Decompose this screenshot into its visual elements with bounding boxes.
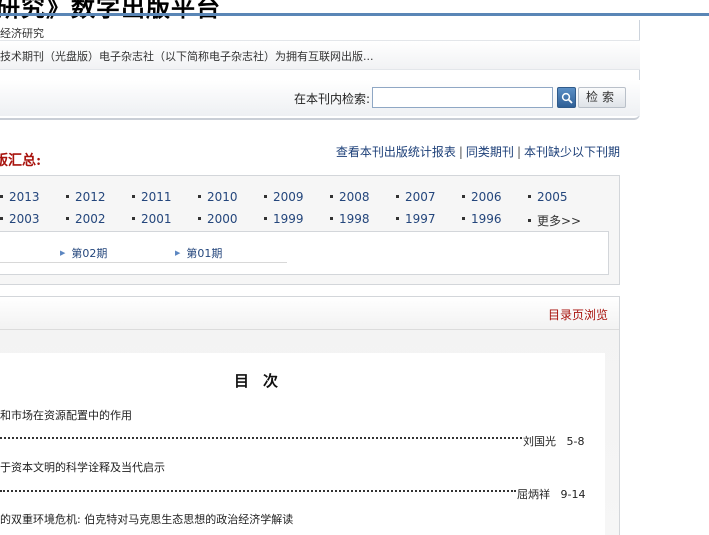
article-author[interactable]: 刘国光 [523,435,556,448]
year-link[interactable]: 2010 [198,190,238,204]
year-link[interactable]: 2008 [330,190,370,204]
article-meta: 屈炳祥 9-14 [517,486,585,502]
year-link[interactable]: 2013 [0,190,40,204]
search-icon [561,92,573,104]
toc-browse-link[interactable]: 目录页浏览 [548,306,608,323]
bullet-icon [330,217,333,220]
stats-report-link[interactable]: 查看本刊出版统计报表 [336,145,456,159]
bullet-icon [198,195,201,198]
bullet-icon [0,217,3,220]
bullet-icon [264,195,267,198]
search-row: 在本刊内检索: 检索 [0,80,640,116]
issue-box: ▶ 第02期 ▶ 第01期 [0,231,609,275]
title-rule [0,13,709,16]
issue-divider [0,262,287,263]
description-bar: 技术期刊（光盘版）电子杂志社（以下简称电子杂志社）为拥有互联网出版... [0,40,640,70]
toc-panel: 目录页浏览 目次 和市场在资源配置中的作用 刘国光 5-8 于资本文明的科学诠释… [0,296,620,535]
article-title[interactable]: 的双重环境危机: 伯克特对马克思生态思想的政治经济学解读 [0,511,293,527]
issue-summary-title: 版汇总: [0,153,42,169]
dotted-leader [0,490,516,492]
search-input[interactable] [372,87,553,108]
search-label: 在本刊内检索: [294,92,371,106]
year-link[interactable]: 2012 [66,190,106,204]
year-link[interactable]: 2009 [264,190,304,204]
article-pages: 5-8 [566,435,585,448]
year-link[interactable]: 1998 [330,212,370,226]
toc-body: 目次 和市场在资源配置中的作用 刘国光 5-8 于资本文明的科学诠释及当代启示 … [0,353,605,535]
bullet-icon [528,219,531,222]
bullet-icon [528,195,531,198]
bullet-icon [396,217,399,220]
article-title[interactable]: 于资本文明的科学诠释及当代启示 [0,459,165,475]
article-author[interactable]: 屈炳祥 [517,488,550,501]
year-link[interactable]: 1997 [396,212,436,226]
year-link[interactable]: 2000 [198,212,238,226]
bullet-icon [396,195,399,198]
stats-links: 查看本刊出版统计报表 | 同类期刊 | 本刊缺少以下刊期 [335,145,620,159]
article-pages: 9-14 [560,488,586,501]
publisher-description: 技术期刊（光盘版）电子杂志社（以下简称电子杂志社）为拥有互联网出版... [0,50,374,63]
year-panel: 2013 2012 2011 2010 2009 2008 2007 2006 2005 2003… [0,175,620,285]
bullet-icon [132,195,135,198]
toc-header-divider [0,329,619,330]
similar-journals-link[interactable]: 同类期刊 [466,145,514,159]
year-link[interactable]: 2005 [528,190,568,204]
issue-link[interactable]: ▶ 第02期 [60,245,107,261]
triangle-right-icon: ▶ [175,249,181,257]
article-meta: 刘国光 5-8 [523,433,584,449]
year-link[interactable]: 2001 [132,212,172,226]
bullet-icon [132,217,135,220]
bullet-icon [462,217,465,220]
year-link[interactable]: 1999 [264,212,304,226]
search-icon-button[interactable] [557,87,576,108]
bullet-icon [264,217,267,220]
more-years-link[interactable]: 更多>> [528,212,581,229]
year-link[interactable]: 2007 [396,190,436,204]
bullet-icon [198,217,201,220]
bullet-icon [66,195,69,198]
dotted-leader [0,437,522,439]
year-link[interactable]: 2011 [132,190,172,204]
bullet-icon [0,195,3,198]
bullet-icon [462,195,465,198]
missing-issues-link[interactable]: 本刊缺少以下刊期 [524,145,620,159]
issue-link[interactable]: ▶ 第01期 [175,245,222,261]
journal-info-box: 经济研究 技术期刊（光盘版）电子杂志社（以下简称电子杂志社）为拥有互联网出版..… [0,20,640,120]
toc-heading: 目次 [234,372,293,390]
bullet-icon [330,195,333,198]
article-title[interactable]: 和市场在资源配置中的作用 [0,407,132,423]
year-link[interactable]: 2003 [0,212,40,226]
bullet-icon [66,217,69,220]
year-link[interactable]: 2006 [462,190,502,204]
triangle-right-icon: ▶ [60,249,66,257]
year-link[interactable]: 2002 [66,212,106,226]
year-link[interactable]: 1996 [462,212,502,226]
search-button[interactable]: 检索 [578,87,626,108]
breadcrumb[interactable]: 经济研究 [0,25,44,41]
